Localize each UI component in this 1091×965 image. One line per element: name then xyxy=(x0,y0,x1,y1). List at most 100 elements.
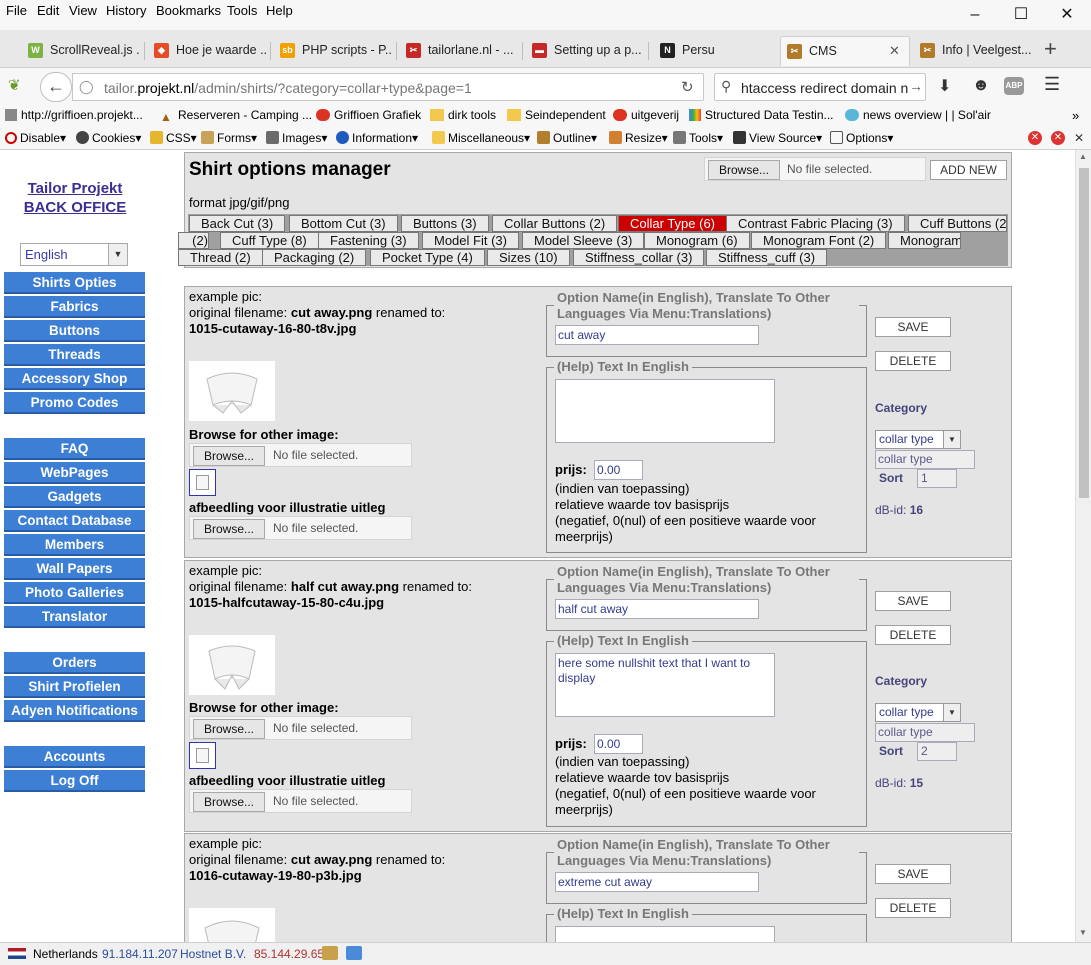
browser-tab[interactable]: ✂ tailorlane.nl - ... xyxy=(400,36,518,66)
tab-contrast-fabric-placing[interactable]: Contrast Fabric Placing (3) xyxy=(726,215,905,232)
network-icon[interactable] xyxy=(322,946,338,960)
header-file-input[interactable]: Browse... No file selected. xyxy=(704,157,926,181)
new-tab-icon[interactable]: + xyxy=(1044,36,1057,62)
tab-pocket-type[interactable]: Pocket Type (4) xyxy=(370,249,485,266)
delete-button[interactable]: DELETE xyxy=(875,625,951,645)
browse-button[interactable]: Browse... xyxy=(193,719,266,739)
sidebar-item-fabrics[interactable]: Fabrics xyxy=(4,296,145,318)
tab-monogram-font[interactable]: Monogram Font (2) xyxy=(751,232,887,249)
maximize-icon[interactable]: ☐ xyxy=(998,2,1044,28)
option-name-input[interactable]: extreme cut away xyxy=(555,872,759,892)
image-file-input[interactable]: Browse... No file selected. xyxy=(189,716,412,740)
browser-tab[interactable]: ✂ Info | Veelgest... xyxy=(914,36,1032,66)
category-select[interactable]: collar type ▼ xyxy=(875,430,961,449)
tab-cuff-type[interactable]: Cuff Type (8) xyxy=(220,232,319,249)
sidebar-item-log-off[interactable]: Log Off xyxy=(4,770,145,792)
reload-icon[interactable]: ↻ xyxy=(681,78,694,96)
dev-menu-outline[interactable]: Outline▾ xyxy=(537,131,597,145)
dev-menu-cookies[interactable]: Cookies▾ xyxy=(76,131,141,145)
menu-history[interactable]: History xyxy=(106,3,146,18)
dev-menu-misc[interactable]: Miscellaneous▾ xyxy=(432,131,530,145)
menu-view[interactable]: View xyxy=(69,3,97,18)
tab-close-icon[interactable]: ✕ xyxy=(889,37,900,65)
tab-model-sleeve[interactable]: Model Sleeve (3) xyxy=(522,232,645,249)
search-bar[interactable]: ⚲ htaccess redirect domain n → xyxy=(714,73,926,101)
tab-monogram-thread[interactable]: Monogram Thread (2) xyxy=(888,232,961,249)
dev-menu-images[interactable]: Images▾ xyxy=(266,131,327,145)
tab-fastening[interactable]: Fastening (3) xyxy=(318,232,419,249)
tab-buttons[interactable]: Buttons (3) xyxy=(401,215,489,232)
browser-tab[interactable]: ▬ Setting up a p... xyxy=(526,36,644,66)
browser-tab[interactable]: W ScrollReveal.js ... xyxy=(22,36,140,66)
menu-tools[interactable]: Tools xyxy=(227,3,257,18)
save-button[interactable]: SAVE xyxy=(875,591,951,611)
sidebar-item-webpages[interactable]: WebPages xyxy=(4,462,145,484)
close-toolbar-icon[interactable]: ✕ xyxy=(1074,131,1084,145)
image-file-input[interactable]: Browse... No file selected. xyxy=(189,443,412,467)
sidebar-item-faq[interactable]: FAQ xyxy=(4,438,145,460)
sidebar-item-threads[interactable]: Threads xyxy=(4,344,145,366)
sort-input[interactable]: 2 xyxy=(917,742,957,761)
tab-bottom-cut[interactable]: Bottom Cut (3) xyxy=(289,215,398,232)
bookmark-item[interactable]: ▲ Reserveren - Camping ... xyxy=(160,108,312,124)
sidebar-item-gadgets[interactable]: Gadgets xyxy=(4,486,145,508)
adblock-icon[interactable]: ABP xyxy=(1004,77,1024,95)
menu-help[interactable]: Help xyxy=(266,3,293,18)
menu-file[interactable]: File xyxy=(6,3,27,18)
tab-stiffness-collar[interactable]: Stiffness_collar (3) xyxy=(573,249,705,266)
scroll-up-icon[interactable]: ▲ xyxy=(1079,152,1087,161)
error-icon[interactable]: ✕ xyxy=(1051,131,1065,145)
dev-menu-tools[interactable]: Tools▾ xyxy=(673,131,723,145)
bookmarks-overflow-icon[interactable]: » xyxy=(1072,108,1079,123)
illustration-file-input[interactable]: Browse... No file selected. xyxy=(189,789,412,813)
vertical-scrollbar[interactable]: ▲ ▼ xyxy=(1075,150,1091,942)
tab-packaging[interactable]: Packaging (2) xyxy=(262,249,367,266)
tab-collar-type[interactable]: Collar Type (6) xyxy=(618,215,728,232)
tab-monogram-thread-wrap[interactable]: Thread (2) xyxy=(178,249,263,266)
category-text[interactable]: collar type xyxy=(875,723,975,742)
browser-tab[interactable]: ◆ Hoe je waarde ... xyxy=(148,36,266,66)
bookmark-item[interactable]: dirk tools xyxy=(430,108,496,122)
menu-bookmarks[interactable]: Bookmarks xyxy=(156,3,221,18)
dev-menu-css[interactable]: CSS▾ xyxy=(150,131,197,145)
sidebar-item-accessory-shop[interactable]: Accessory Shop xyxy=(4,368,145,390)
sidebar-item-adyen-notifications[interactable]: Adyen Notifications xyxy=(4,700,145,722)
illustration-image-icon[interactable] xyxy=(189,469,216,496)
sidebar-item-shirts-opties[interactable]: Shirts Opties xyxy=(4,272,145,294)
add-new-button[interactable]: ADD NEW xyxy=(930,160,1007,180)
tab-stiffness-cuff[interactable]: Stiffness_cuff (3) xyxy=(706,249,828,266)
browse-button[interactable]: Browse... xyxy=(193,519,266,539)
tab-cuff-buttons-wrap[interactable]: (2) xyxy=(178,232,209,249)
tab-cuff-buttons[interactable]: Cuff Buttons (2) xyxy=(908,215,1007,232)
tab-model-fit[interactable]: Model Fit (3) xyxy=(422,232,519,249)
dev-menu-information[interactable]: Information▾ xyxy=(336,131,418,145)
bookmark-item[interactable]: Seindependent xyxy=(507,108,606,122)
language-select[interactable]: English ▼ xyxy=(20,243,128,266)
tab-sizes[interactable]: Sizes (10) xyxy=(487,249,570,266)
sidebar-item-shirt-profielen[interactable]: Shirt Profielen xyxy=(4,676,145,698)
option-name-input[interactable]: half cut away xyxy=(555,599,759,619)
dev-menu-options[interactable]: Options▾ xyxy=(830,131,893,145)
category-text[interactable]: collar type xyxy=(875,450,975,469)
sidebar-item-translator[interactable]: Translator xyxy=(4,606,145,628)
price-input[interactable]: 0.00 xyxy=(594,734,643,754)
error-icon[interactable]: ✕ xyxy=(1028,131,1042,145)
dev-menu-view-source[interactable]: View Source▾ xyxy=(733,131,822,145)
save-button[interactable]: SAVE xyxy=(875,317,951,337)
sidebar-item-accounts[interactable]: Accounts xyxy=(4,746,145,768)
option-name-input[interactable]: cut away xyxy=(555,325,759,345)
scrollbar-thumb[interactable] xyxy=(1079,168,1089,498)
sidebar-item-orders[interactable]: Orders xyxy=(4,652,145,674)
price-input[interactable]: 0.00 xyxy=(594,460,643,480)
browser-tab[interactable]: sb PHP scripts - P... xyxy=(274,36,392,66)
back-button[interactable]: ← xyxy=(40,72,72,102)
browser-tab-active[interactable]: ✂ CMS ✕ xyxy=(780,36,910,66)
sidebar-item-members[interactable]: Members xyxy=(4,534,145,556)
browser-tab[interactable]: N Persu xyxy=(654,36,774,66)
sidebar-item-wall-papers[interactable]: Wall Papers xyxy=(4,558,145,580)
sort-input[interactable]: 1 xyxy=(917,469,957,488)
help-textarea[interactable]: here some nullshit text that I want to d… xyxy=(555,653,775,717)
logo-line1[interactable]: Tailor Projekt xyxy=(0,180,150,197)
sidebar-item-buttons[interactable]: Buttons xyxy=(4,320,145,342)
bookmark-item[interactable]: Griffioen Grafiek xyxy=(316,108,421,122)
